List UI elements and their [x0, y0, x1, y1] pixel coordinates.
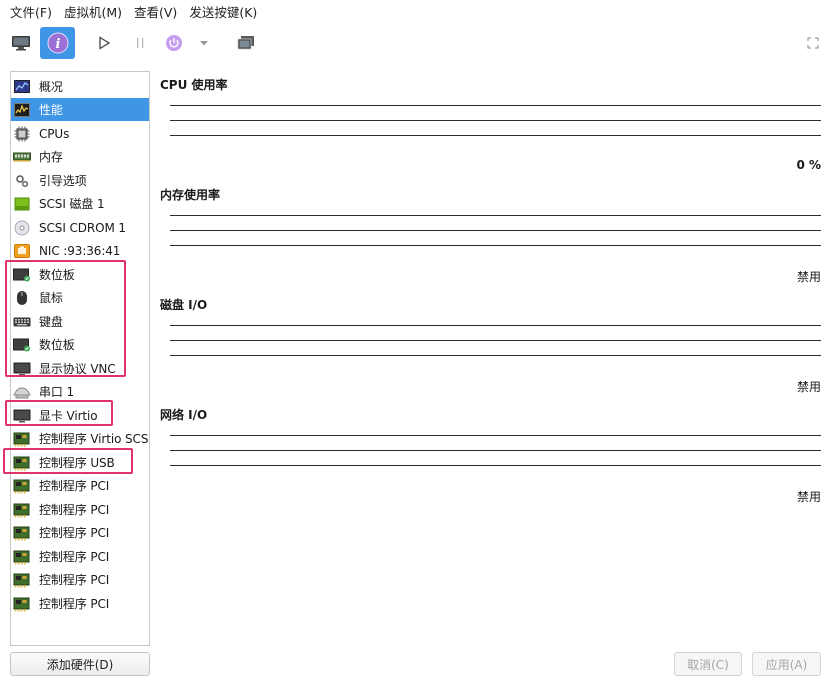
sidebar-item-serial-1[interactable]: 串口 1 — [11, 380, 149, 403]
sidebar-item-controller-pci-3[interactable]: 控制程序 PCI — [11, 521, 149, 544]
display-icon — [13, 361, 31, 377]
tablet-icon — [13, 337, 31, 353]
controller-icon — [13, 455, 31, 471]
nic-icon — [13, 243, 31, 259]
sidebar-item-controller-pci-6[interactable]: 控制程序 PCI — [11, 592, 149, 615]
menu-send-key[interactable]: 发送按键(K) — [183, 0, 263, 26]
sidebar-item-controller-pci-1[interactable]: 控制程序 PCI — [11, 474, 149, 497]
cpu-graph-line — [170, 105, 821, 106]
sidebar-item-mouse[interactable]: 鼠标 — [11, 286, 149, 309]
disk-io-value: 禁用 — [796, 380, 821, 394]
memory-usage-value: 禁用 — [796, 270, 821, 284]
menubar: 文件(F) 虚拟机(M) 查看(V) 发送按键(K) — [0, 0, 831, 26]
mouse-icon — [13, 290, 31, 306]
shutdown-menu-button[interactable] — [196, 27, 212, 59]
menu-vm[interactable]: 虚拟机(M) — [58, 0, 128, 26]
memory-icon — [13, 149, 31, 165]
pause-button[interactable] — [130, 27, 152, 59]
disk-graph-line — [170, 355, 821, 356]
cpu-usage-title: CPU 使用率 — [160, 78, 228, 92]
sidebar-item-controller-virtio-scsi[interactable]: 控制程序 Virtio SCSI — [11, 427, 149, 450]
controller-icon — [13, 525, 31, 541]
disk-graph-line — [170, 340, 821, 341]
controller-icon — [13, 572, 31, 588]
network-graph-line — [170, 450, 821, 451]
sidebar-item-tablet-1[interactable]: 数位板 — [11, 263, 149, 286]
disk-icon — [13, 196, 31, 212]
sidebar-item-keyboard[interactable]: 键盘 — [11, 310, 149, 333]
memory-usage-title: 内存使用率 — [160, 188, 221, 202]
sidebar-item-controller-pci-2[interactable]: 控制程序 PCI — [11, 498, 149, 521]
network-io-value: 禁用 — [796, 490, 821, 504]
fullscreen-icon — [807, 37, 819, 49]
sidebar-item-display-vnc[interactable]: 显示协议 VNC — [11, 357, 149, 380]
sidebar-item-memory[interactable]: 内存 — [11, 145, 149, 168]
pause-icon — [137, 38, 144, 48]
cpu-icon — [13, 126, 31, 142]
network-io-title: 网络 I/O — [160, 408, 208, 422]
monitor-icon — [12, 36, 30, 51]
cdrom-icon — [13, 220, 31, 236]
power-icon — [166, 35, 182, 51]
sidebar-item-cpus[interactable]: CPUs — [11, 122, 149, 145]
tablet-icon — [13, 267, 31, 283]
video-card-icon — [13, 408, 31, 424]
controller-icon — [13, 549, 31, 565]
controller-icon — [13, 502, 31, 518]
cpu-graph-line — [170, 135, 821, 136]
boot-options-icon — [13, 173, 31, 189]
performance-icon — [13, 102, 31, 118]
cpu-usage-value: 0 % — [796, 158, 821, 172]
memory-graph-line — [170, 230, 821, 231]
run-button[interactable] — [92, 27, 116, 59]
sidebar-item-controller-pci-4[interactable]: 控制程序 PCI — [11, 545, 149, 568]
sidebar-item-controller-usb[interactable]: 控制程序 USB — [11, 451, 149, 474]
sidebar-item-video-virtio[interactable]: 显卡 Virtio — [11, 404, 149, 427]
shutdown-button[interactable] — [162, 27, 186, 59]
disk-graph-line — [170, 325, 821, 326]
sidebar-item-performance[interactable]: 性能 — [11, 98, 149, 121]
sidebar-item-tablet-2[interactable]: 数位板 — [11, 333, 149, 356]
fullscreen-button[interactable] — [804, 27, 822, 59]
sidebar-item-boot-options[interactable]: 引导选项 — [11, 169, 149, 192]
toolbar: i — [0, 27, 831, 61]
controller-icon — [13, 431, 31, 447]
snapshot-button[interactable] — [234, 27, 258, 59]
network-graph-line — [170, 465, 821, 466]
hardware-list[interactable]: 概况 性能 CPUs 内存 引导选项 SCSI 磁盘 1 SCSI CDROM … — [10, 71, 150, 646]
sidebar-item-controller-pci-5[interactable]: 控制程序 PCI — [11, 568, 149, 591]
disk-io-title: 磁盘 I/O — [160, 298, 208, 312]
info-icon: i — [47, 32, 68, 54]
sidebar-item-scsi-disk-1[interactable]: SCSI 磁盘 1 — [11, 192, 149, 215]
controller-icon — [13, 478, 31, 494]
sidebar-item-nic[interactable]: NIC :93:36:41 — [11, 239, 149, 262]
menu-file[interactable]: 文件(F) — [4, 0, 58, 26]
dropdown-arrow-icon — [200, 41, 208, 46]
console-button[interactable] — [6, 27, 36, 59]
sidebar-item-overview[interactable]: 概况 — [11, 75, 149, 98]
keyboard-icon — [13, 314, 31, 330]
details-button[interactable]: i — [40, 27, 75, 59]
screenshot-icon — [237, 36, 254, 50]
overview-icon — [13, 79, 31, 95]
sidebar-item-scsi-cdrom-1[interactable]: SCSI CDROM 1 — [11, 216, 149, 239]
network-graph-line — [170, 435, 821, 436]
controller-icon — [13, 596, 31, 612]
apply-button[interactable]: 应用(A) — [752, 652, 821, 676]
menu-view[interactable]: 查看(V) — [128, 0, 183, 26]
svg-text:i: i — [55, 37, 60, 52]
memory-graph-line — [170, 245, 821, 246]
serial-icon — [13, 384, 31, 400]
cancel-button[interactable]: 取消(C) — [674, 652, 742, 676]
memory-graph-line — [170, 215, 821, 216]
cpu-graph-line — [170, 120, 821, 121]
play-icon — [99, 36, 111, 50]
add-hardware-button[interactable]: 添加硬件(D) — [10, 652, 150, 676]
